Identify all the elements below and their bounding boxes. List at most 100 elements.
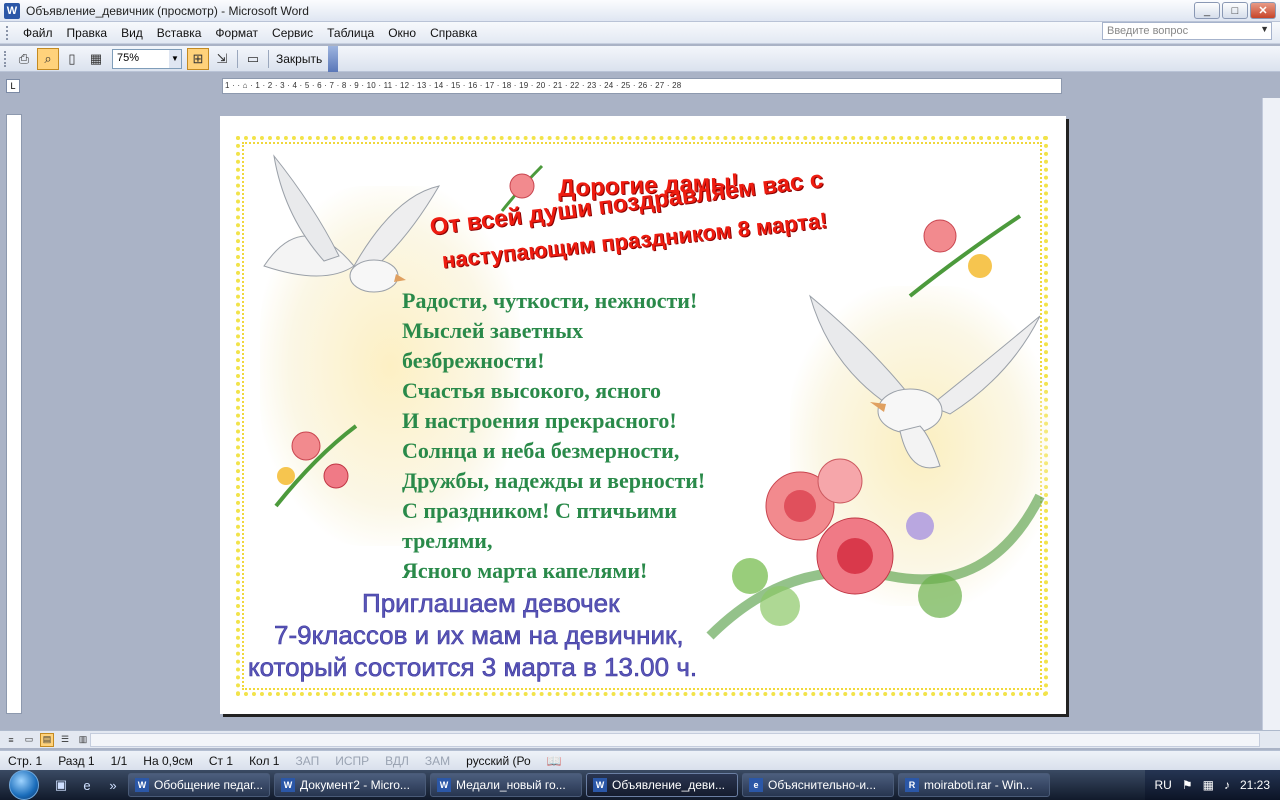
reading-view-icon[interactable]: ▥ bbox=[76, 733, 90, 747]
window-title: Объявление_девичник (просмотр) - Microso… bbox=[26, 3, 309, 18]
taskbar-item[interactable]: Rmoiraboti.rar - Win... bbox=[898, 773, 1050, 797]
status-rec[interactable]: ЗАП bbox=[287, 754, 327, 768]
menu-table[interactable]: Таблица bbox=[320, 24, 381, 42]
ruler-row: L 1 · · ⌂ · 1 · 2 · 3 · 4 · 5 · 6 · 7 · … bbox=[0, 74, 1280, 98]
minimize-button[interactable]: _ bbox=[1194, 2, 1220, 19]
toolbar-grip[interactable] bbox=[4, 50, 8, 67]
taskbar-item[interactable]: W Медали_новый го... bbox=[430, 773, 582, 797]
taskbar-item-label: Медали_новый го... bbox=[456, 778, 566, 792]
show-desktop-icon[interactable]: ▣ bbox=[51, 775, 71, 795]
invite-line-2: 7-9классов и их мам на девичник, bbox=[274, 620, 684, 651]
zoom-select[interactable]: 75% ▼ bbox=[112, 48, 182, 69]
toolbar-separator bbox=[237, 49, 238, 68]
taskbar-item[interactable]: e Объяснительно-и... bbox=[742, 773, 894, 797]
horizontal-scrollbar[interactable] bbox=[90, 733, 1260, 747]
flower-bouquet-illustration bbox=[706, 458, 1045, 640]
poem-line: Солнца и неба безмерности, bbox=[402, 438, 680, 463]
flower-sprig-right-illustration bbox=[908, 214, 1022, 298]
taskbar: ▣ e » W Обобщение педаг... W Документ2 - M… bbox=[0, 770, 1280, 800]
menu-file[interactable]: Файл bbox=[16, 24, 60, 42]
word-doc-icon: W bbox=[593, 778, 607, 792]
status-ext[interactable]: ВДЛ bbox=[377, 754, 417, 768]
help-search-placeholder: Введите вопрос bbox=[1107, 25, 1189, 37]
toolbar-options-icon[interactable] bbox=[328, 45, 339, 72]
volume-icon[interactable]: ♪ bbox=[1224, 778, 1230, 792]
print-icon[interactable]: ⎙ bbox=[13, 48, 35, 70]
help-search-input[interactable]: Введите вопрос ▼ bbox=[1102, 22, 1272, 40]
spellcheck-icon[interactable]: 📖 bbox=[539, 754, 570, 768]
shrink-to-fit-icon[interactable]: ⇲ bbox=[211, 48, 233, 70]
web-view-icon[interactable]: ▭ bbox=[22, 733, 36, 747]
chevron-right-icon[interactable]: » bbox=[103, 775, 123, 795]
poem-line: трелями, bbox=[402, 528, 493, 553]
menu-bar: Файл Правка Вид Вставка Формат Сервис Та… bbox=[0, 22, 1280, 44]
vertical-scrollbar[interactable] bbox=[1262, 98, 1280, 730]
status-page: Стр. 1 bbox=[8, 753, 43, 768]
poem-text: Радости, чуткости, нежности! Мыслей заве… bbox=[402, 286, 705, 586]
document-page[interactable]: Дорогие дамы! От всей души поздравляем в… bbox=[220, 116, 1066, 714]
invite-line-3: который состоится 3 марта в 13.00 ч. bbox=[248, 652, 698, 683]
antivirus-icon[interactable]: ⚑ bbox=[1182, 778, 1193, 792]
menu-tools[interactable]: Сервис bbox=[265, 24, 320, 42]
taskbar-item-label: Обобщение педаг... bbox=[154, 778, 264, 792]
full-screen-icon[interactable]: ▭ bbox=[242, 48, 264, 70]
status-ovr[interactable]: ЗАМ bbox=[417, 754, 458, 768]
clock[interactable]: 21:23 bbox=[1240, 778, 1270, 792]
window-controls: _ □ ✕ bbox=[1194, 2, 1276, 19]
close-window-button[interactable]: ✕ bbox=[1250, 2, 1276, 19]
view-ruler-icon[interactable]: ⊞ bbox=[187, 47, 209, 70]
word-doc-icon: W bbox=[135, 778, 149, 792]
close-preview-button[interactable]: Закрыть bbox=[272, 50, 326, 68]
taskbar-item-active[interactable]: W Объявление_деви... bbox=[586, 773, 738, 797]
taskbar-item-label: moiraboti.rar - Win... bbox=[924, 778, 1033, 792]
word-app-icon: W bbox=[4, 2, 20, 19]
status-bar: Стр. 1 Разд 1 1/1 На 0,9см Ст 1 Кол 1 ЗА… bbox=[0, 750, 1280, 770]
status-language[interactable]: русский (Ро bbox=[458, 754, 539, 768]
vertical-ruler[interactable] bbox=[6, 114, 22, 714]
preview-toolbar: ⎙ ⌕ ▯ ▦ 75% ▼ ⊞ ⇲ ▭ Закрыть bbox=[0, 45, 1280, 72]
browser-icon[interactable]: e bbox=[77, 775, 97, 795]
taskbar-item[interactable]: W Обобщение педаг... bbox=[128, 773, 270, 797]
ruler-marks: 1 · · ⌂ · 1 · 2 · 3 · 4 · 5 · 6 · 7 · 8 … bbox=[225, 81, 682, 90]
title-bar: W Объявление_девичник (просмотр) - Micro… bbox=[0, 0, 1280, 22]
taskbar-item[interactable]: W Документ2 - Micro... bbox=[274, 773, 426, 797]
magnifier-icon[interactable]: ⌕ bbox=[37, 47, 59, 70]
outline-view-icon[interactable]: ☰ bbox=[58, 733, 72, 747]
windows-orb-icon bbox=[9, 770, 39, 800]
menu-format[interactable]: Формат bbox=[208, 24, 265, 42]
print-layout-icon[interactable]: ▤ bbox=[40, 732, 54, 747]
chevron-down-icon[interactable]: ▼ bbox=[1260, 24, 1269, 34]
one-page-icon[interactable]: ▯ bbox=[61, 48, 83, 70]
menu-view[interactable]: Вид bbox=[114, 24, 150, 42]
browser-page-icon: e bbox=[749, 778, 763, 792]
horizontal-ruler[interactable]: 1 · · ⌂ · 1 · 2 · 3 · 4 · 5 · 6 · 7 · 8 … bbox=[222, 78, 1062, 94]
menu-insert[interactable]: Вставка bbox=[150, 24, 209, 42]
status-trk[interactable]: ИСПР bbox=[327, 754, 377, 768]
menu-window[interactable]: Окно bbox=[381, 24, 423, 42]
language-indicator[interactable]: RU bbox=[1155, 778, 1172, 792]
multiple-pages-icon[interactable]: ▦ bbox=[85, 48, 107, 70]
word-doc-icon: W bbox=[281, 778, 295, 792]
chevron-down-icon[interactable]: ▼ bbox=[169, 49, 181, 68]
poem-line: Дружбы, надежды и верности! bbox=[402, 468, 706, 493]
poem-line: И настроения прекрасного! bbox=[402, 408, 677, 433]
taskbar-item-label: Документ2 - Micro... bbox=[300, 778, 410, 792]
status-line: Ст 1 bbox=[208, 753, 234, 768]
start-button[interactable] bbox=[0, 770, 48, 800]
status-section: Разд 1 bbox=[58, 753, 95, 768]
tab-selector-icon[interactable]: L bbox=[6, 79, 20, 93]
poem-line: безбрежности! bbox=[402, 348, 545, 373]
status-column: Кол 1 bbox=[249, 753, 280, 768]
network-icon[interactable]: ▦ bbox=[1203, 778, 1214, 792]
menu-edit[interactable]: Правка bbox=[60, 24, 115, 42]
menu-help[interactable]: Справка bbox=[423, 24, 484, 42]
system-tray: RU ⚑ ▦ ♪ 21:23 bbox=[1144, 770, 1280, 800]
maximize-button[interactable]: □ bbox=[1222, 2, 1248, 19]
poem-line: Ясного марта капелями! bbox=[402, 558, 648, 583]
taskbar-item-label: Объяснительно-и... bbox=[768, 778, 877, 792]
menubar-grip[interactable] bbox=[6, 25, 10, 40]
flower-sprig-left-illustration bbox=[274, 424, 358, 508]
archive-icon: R bbox=[905, 778, 919, 792]
poem-line: С праздником! С птичьими bbox=[402, 498, 677, 523]
normal-view-icon[interactable]: ≡ bbox=[4, 733, 18, 747]
